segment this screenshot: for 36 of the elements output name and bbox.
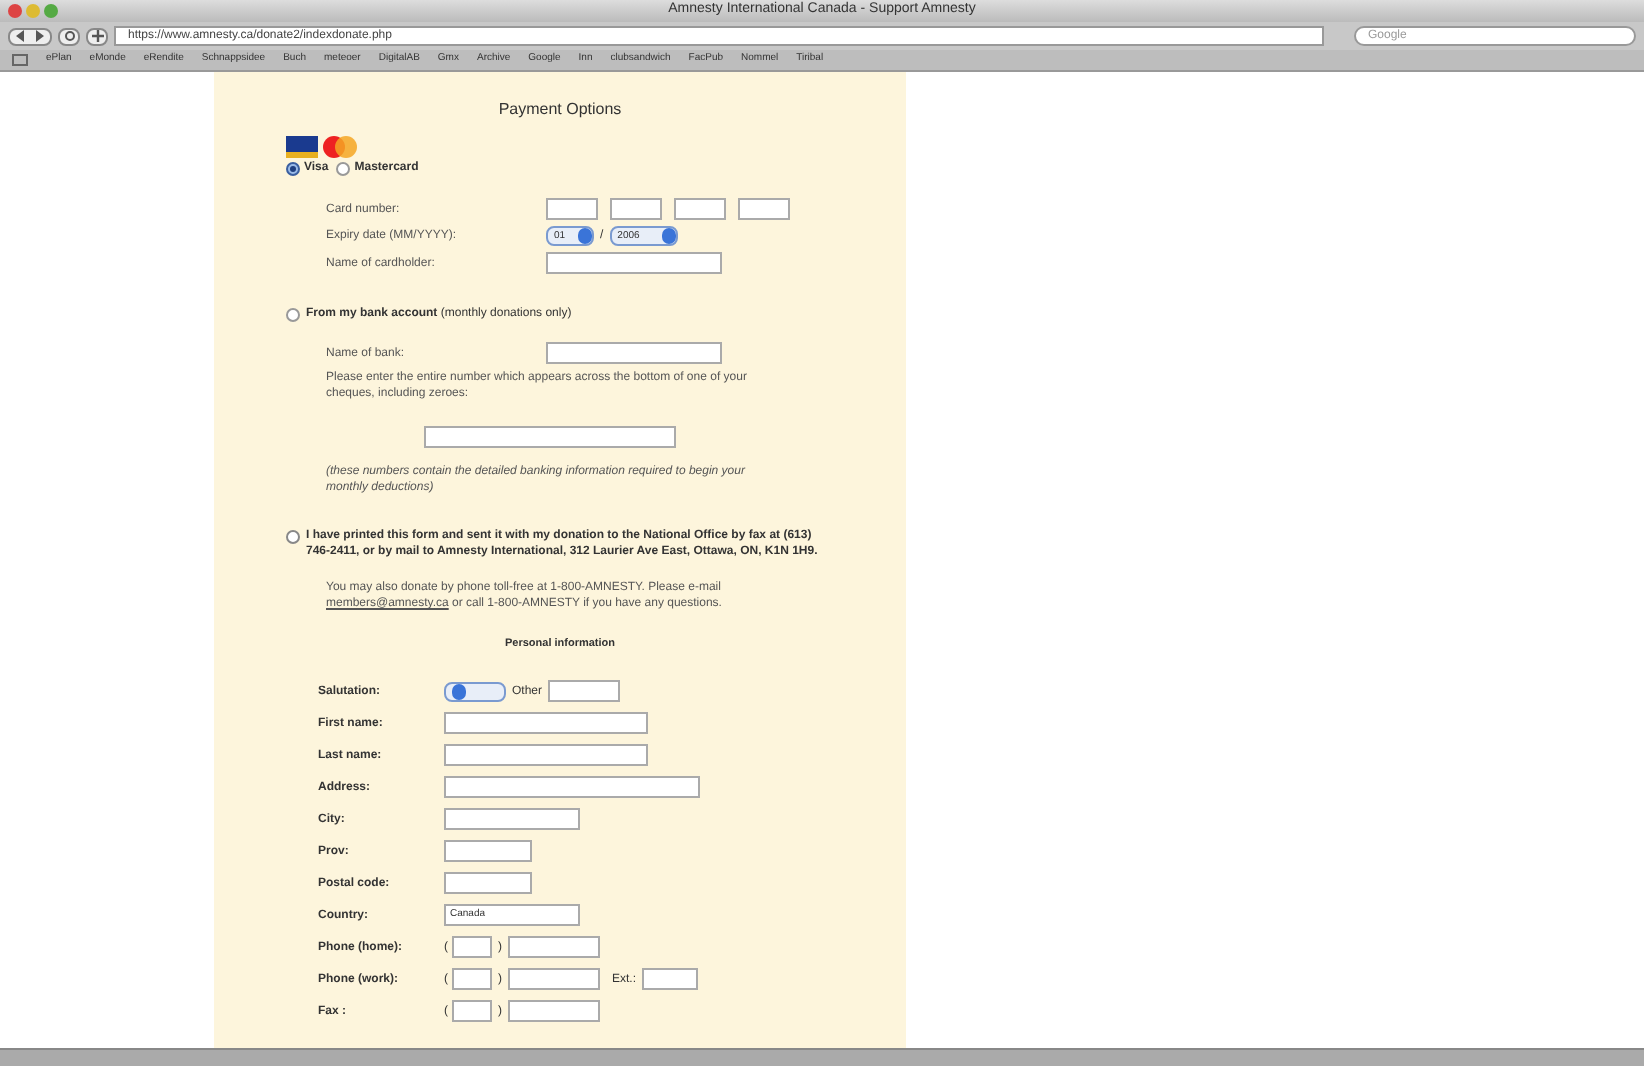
radio-button[interactable]: [286, 307, 300, 321]
input-field[interactable]: [546, 342, 722, 364]
input-field[interactable]: [508, 936, 600, 958]
input-field[interactable]: [738, 198, 790, 220]
visa-card-icon: [286, 136, 318, 158]
radio-button[interactable]: [286, 161, 300, 175]
input-field[interactable]: [452, 968, 492, 990]
radio-button[interactable]: [336, 161, 351, 175]
dropdown-arrow-icon: [661, 228, 676, 244]
input-field[interactable]: [444, 776, 700, 798]
account-number-field[interactable]: [424, 426, 676, 448]
input-field[interactable]: [452, 1000, 492, 1022]
input-field[interactable]: [546, 198, 598, 220]
book-icon[interactable]: [12, 54, 28, 66]
dropdown[interactable]: [444, 681, 506, 701]
input-field[interactable]: [508, 1000, 600, 1022]
input-field[interactable]: [444, 712, 648, 734]
add-bookmark-button[interactable]: [86, 27, 108, 45]
mastercard-icon: [320, 136, 360, 158]
input-field[interactable]: [444, 872, 532, 894]
reload-button[interactable]: [58, 27, 80, 45]
dropdown-arrow-icon: [578, 228, 592, 244]
dropdown-arrow-icon: [452, 683, 466, 699]
input-field[interactable]: [642, 968, 699, 990]
back-forward-button[interactable]: [8, 27, 52, 45]
input-field[interactable]: [610, 198, 662, 220]
input-field[interactable]: [444, 808, 580, 830]
input-field[interactable]: [674, 198, 726, 220]
section-heading: Payment Options: [496, 100, 624, 120]
input-field[interactable]: [546, 252, 722, 274]
input-field[interactable]: [444, 744, 648, 766]
input-field[interactable]: [452, 936, 492, 958]
checkbox[interactable]: [286, 530, 300, 544]
input-field[interactable]: [444, 840, 532, 862]
input-field[interactable]: [548, 680, 621, 702]
input-field[interactable]: [508, 968, 600, 990]
